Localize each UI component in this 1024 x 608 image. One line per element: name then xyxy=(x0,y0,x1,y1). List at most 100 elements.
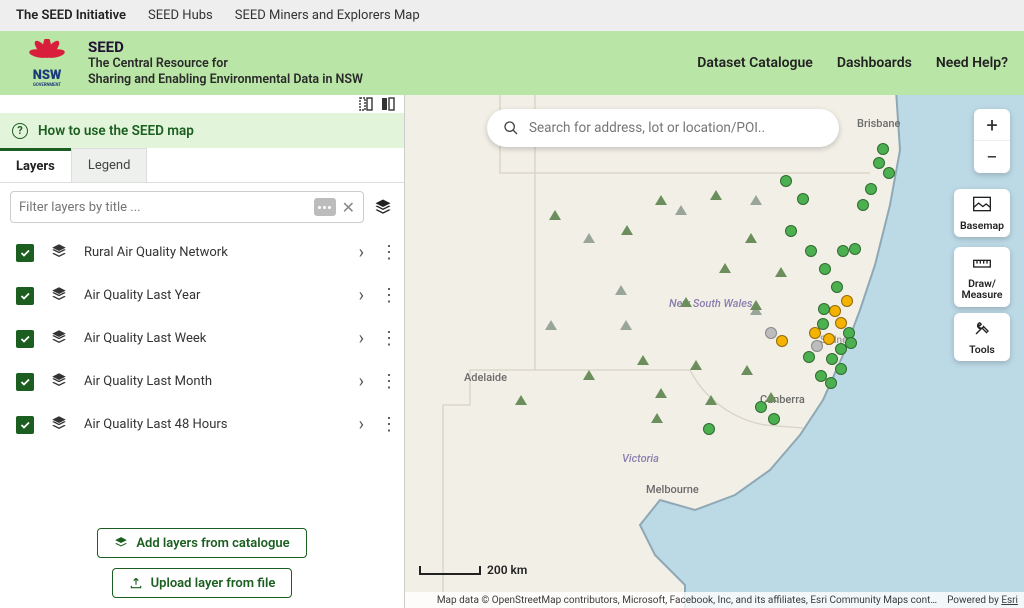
map-station[interactable] xyxy=(515,395,527,405)
map-station[interactable] xyxy=(583,233,595,243)
topbar-item-miners[interactable]: SEED Miners and Explorers Map xyxy=(235,8,420,23)
map-station[interactable] xyxy=(705,395,717,405)
map-point[interactable] xyxy=(849,243,861,255)
zoom-in-button[interactable]: + xyxy=(974,109,1010,141)
map-point[interactable] xyxy=(703,423,715,435)
map-station[interactable] xyxy=(745,233,757,243)
upload-layer-button[interactable]: Upload layer from file xyxy=(112,568,293,598)
topbar-item-hubs[interactable]: SEED Hubs xyxy=(148,8,213,23)
map-point[interactable] xyxy=(845,337,857,349)
more-options-icon[interactable]: ⋮ xyxy=(380,250,392,256)
more-options-icon[interactable]: ⋮ xyxy=(380,422,392,428)
more-options-icon[interactable]: ⋮ xyxy=(380,379,392,385)
layer-item: Air Quality Last Year › ⋮ xyxy=(0,274,404,317)
more-options-icon[interactable]: ⋮ xyxy=(380,293,392,299)
more-options-icon[interactable]: ⋮ xyxy=(380,336,392,342)
layers-plus-icon xyxy=(114,536,128,550)
map-point[interactable] xyxy=(780,175,792,187)
nav-catalogue[interactable]: Dataset Catalogue xyxy=(697,55,813,71)
map-point[interactable] xyxy=(805,245,817,257)
map-station[interactable] xyxy=(710,190,722,200)
esri-link[interactable]: Esri xyxy=(1001,595,1018,606)
map-station[interactable] xyxy=(621,225,633,235)
collapse-panel-icon[interactable] xyxy=(358,96,374,112)
map-station[interactable] xyxy=(741,365,753,375)
map-point[interactable] xyxy=(823,333,835,345)
map-point[interactable] xyxy=(873,157,885,169)
map-point[interactable] xyxy=(837,245,849,257)
layer-checkbox[interactable] xyxy=(16,287,34,305)
map-point[interactable] xyxy=(831,281,843,293)
map-point[interactable] xyxy=(857,199,869,211)
layer-checkbox[interactable] xyxy=(16,244,34,262)
layers-icon xyxy=(50,242,68,264)
map-point[interactable] xyxy=(877,143,889,155)
map-point[interactable] xyxy=(803,351,815,363)
layer-group-icon[interactable] xyxy=(372,198,394,216)
map-station[interactable] xyxy=(775,267,787,277)
map-station[interactable] xyxy=(655,388,667,398)
chevron-right-icon[interactable]: › xyxy=(359,242,364,263)
map-station[interactable] xyxy=(719,263,731,273)
map-station[interactable] xyxy=(620,320,632,330)
zoom-out-button[interactable]: − xyxy=(974,141,1010,173)
map-station[interactable] xyxy=(583,370,595,380)
map-point[interactable] xyxy=(768,413,780,425)
map-station[interactable] xyxy=(545,320,557,330)
nav-dashboards[interactable]: Dashboards xyxy=(837,55,912,71)
expand-panel-icon[interactable] xyxy=(380,96,396,112)
help-icon: ? xyxy=(12,123,28,139)
map-point[interactable] xyxy=(797,193,809,205)
map-point[interactable] xyxy=(865,183,877,195)
chevron-right-icon[interactable]: › xyxy=(359,414,364,435)
map-search-input[interactable] xyxy=(529,120,823,136)
chevron-right-icon[interactable]: › xyxy=(359,371,364,392)
draw-measure-button[interactable]: Draw/ Measure xyxy=(954,247,1010,307)
map-point[interactable] xyxy=(835,363,847,375)
chevron-right-icon[interactable]: › xyxy=(359,285,364,306)
add-layers-button[interactable]: Add layers from catalogue xyxy=(97,528,306,558)
map-station[interactable] xyxy=(750,195,762,205)
layer-checkbox[interactable] xyxy=(16,373,34,391)
map-station[interactable] xyxy=(675,205,687,215)
layer-checkbox[interactable] xyxy=(16,416,34,434)
map-point[interactable] xyxy=(755,401,767,413)
map-point[interactable] xyxy=(809,327,821,339)
map-station[interactable] xyxy=(680,297,692,307)
filter-options-icon[interactable] xyxy=(314,198,336,216)
filter-input[interactable] xyxy=(19,200,314,215)
map-point[interactable] xyxy=(826,353,838,365)
map-point[interactable] xyxy=(765,327,777,339)
map-point[interactable] xyxy=(811,340,823,352)
layer-checkbox[interactable] xyxy=(16,330,34,348)
help-band[interactable]: ? How to use the SEED map xyxy=(0,113,404,148)
map-point[interactable] xyxy=(825,377,837,389)
map-point[interactable] xyxy=(883,167,895,179)
tab-legend[interactable]: Legend xyxy=(71,148,148,182)
sidebar-toolbar xyxy=(0,95,404,113)
map-station[interactable] xyxy=(549,210,561,220)
zoom-control: + − xyxy=(974,109,1010,173)
map-station[interactable] xyxy=(637,355,649,365)
map-point[interactable] xyxy=(818,303,830,315)
map-point[interactable] xyxy=(829,305,841,317)
map-point[interactable] xyxy=(785,225,797,237)
tools-button[interactable]: Tools xyxy=(954,313,1010,361)
map-station[interactable] xyxy=(690,360,702,370)
chevron-right-icon[interactable]: › xyxy=(359,328,364,349)
map[interactable]: Brisbane New South Wales Adelaide Canber… xyxy=(405,95,1024,608)
topbar-item-initiative[interactable]: The SEED Initiative xyxy=(16,8,126,23)
map-station[interactable] xyxy=(615,285,627,295)
filter-clear-icon[interactable]: ✕ xyxy=(342,198,355,217)
map-station[interactable] xyxy=(655,195,667,205)
basemap-button[interactable]: Basemap xyxy=(954,189,1010,237)
tab-layers[interactable]: Layers xyxy=(0,148,71,182)
map-station[interactable] xyxy=(765,392,777,402)
map-point[interactable] xyxy=(776,335,788,347)
nav-help[interactable]: Need Help? xyxy=(936,55,1008,71)
map-point[interactable] xyxy=(841,295,853,307)
map-point[interactable] xyxy=(819,263,831,275)
map-station[interactable] xyxy=(750,300,762,310)
map-station[interactable] xyxy=(651,413,663,423)
layers-icon xyxy=(50,328,68,350)
